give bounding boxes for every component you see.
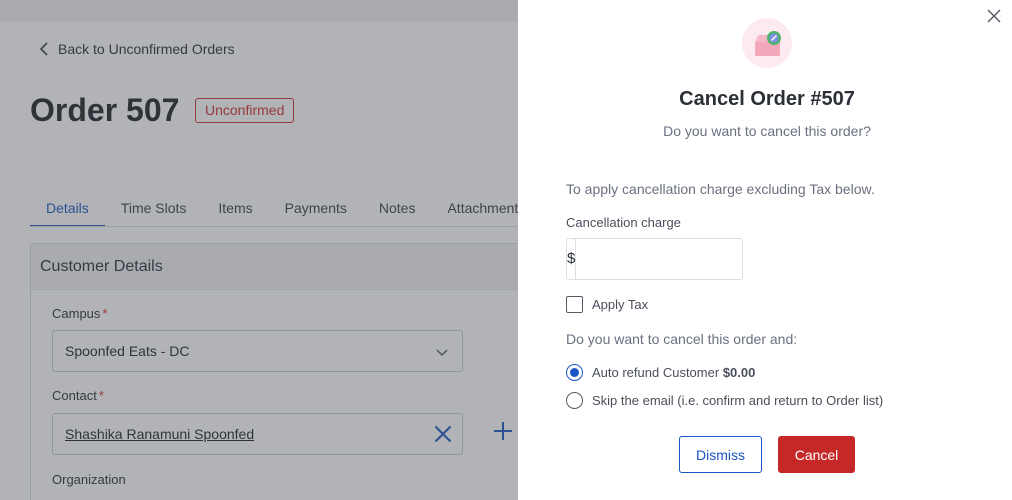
dismiss-button[interactable]: Dismiss <box>679 436 762 473</box>
charge-instruction: To apply cancellation charge excluding T… <box>566 181 875 197</box>
skip-email-option[interactable]: Skip the email (i.e. confirm and return … <box>566 392 883 409</box>
cancellation-charge-group: $ <box>566 238 766 280</box>
skip-email-radio[interactable] <box>566 392 583 409</box>
cancel-option-question: Do you want to cancel this order and: <box>566 331 798 347</box>
auto-refund-radio[interactable] <box>566 364 583 381</box>
modal-subtitle: Do you want to cancel this order? <box>663 123 871 139</box>
refund-amount: $0.00 <box>722 365 756 380</box>
close-icon[interactable] <box>986 8 1002 24</box>
auto-refund-option[interactable]: Auto refund Customer $0.00 <box>566 364 755 381</box>
apply-tax-label: Apply Tax <box>592 297 649 312</box>
cancel-order-panel: Cancel Order #507 Do you want to cancel … <box>518 0 1012 500</box>
auto-refund-label: Auto refund Customer $0.00 <box>592 365 755 380</box>
skip-email-label: Skip the email (i.e. confirm and return … <box>592 393 884 408</box>
auto-refund-text: Auto refund Customer <box>592 365 720 380</box>
modal-title: Cancel Order #507 <box>679 88 855 110</box>
cancel-order-icon <box>742 18 792 68</box>
cancellation-charge-label: Cancellation charge <box>566 215 681 230</box>
apply-tax-checkbox[interactable] <box>566 296 583 313</box>
cancellation-charge-input[interactable] <box>576 239 766 279</box>
currency-symbol: $ <box>567 239 577 279</box>
apply-tax-row[interactable]: Apply Tax <box>566 296 648 313</box>
cancel-order-button[interactable]: Cancel <box>778 436 855 473</box>
